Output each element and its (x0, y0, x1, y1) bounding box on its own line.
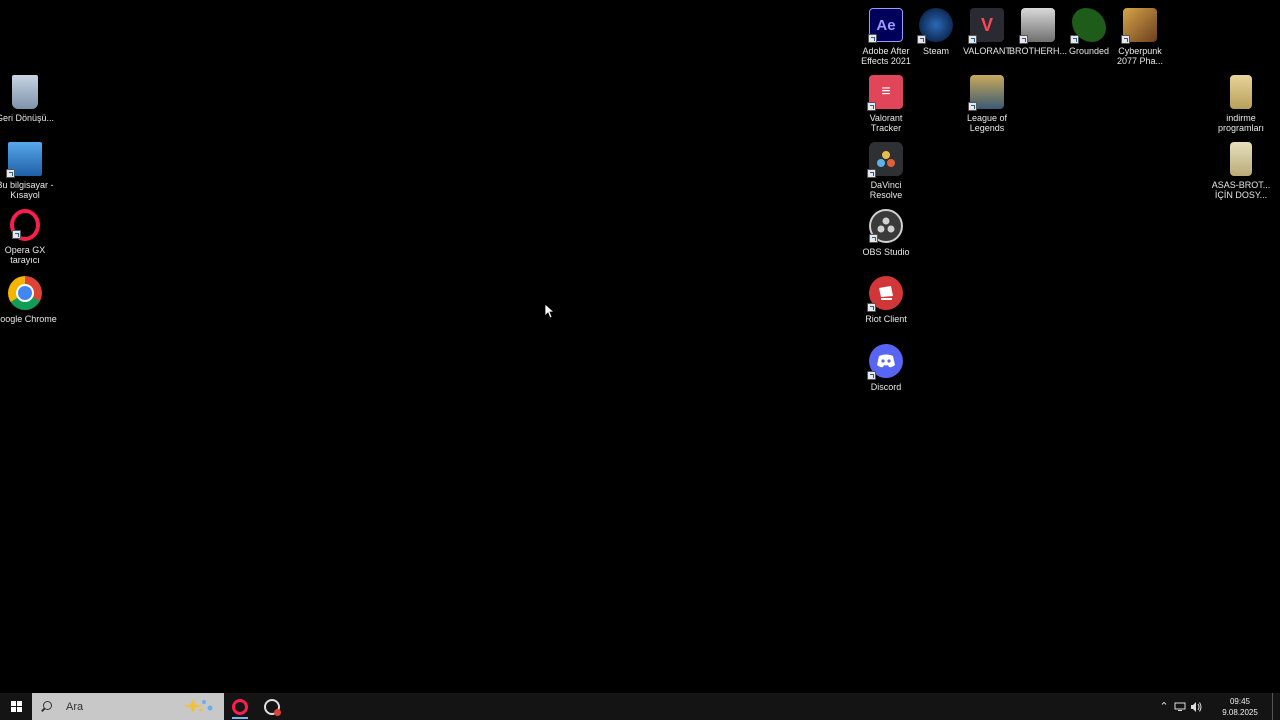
icon-label: DaVinci Resolve (869, 180, 903, 200)
icon-label: Geri Dönüşü... (0, 113, 55, 123)
search-highlight-icon (183, 699, 213, 713)
snipping-tool-icon (264, 698, 281, 716)
shortcut-arrow-icon (867, 169, 876, 178)
taskbar: Ara ⌃ 09:45 9.08.2025 (0, 693, 1280, 720)
this-pc-icon (6, 142, 42, 178)
desktop-icon-discord[interactable]: Discord (854, 340, 918, 404)
taskbar-app-snipping-tool[interactable] (256, 693, 288, 720)
start-button[interactable] (0, 693, 32, 720)
clock-date: 9.08.2025 (1222, 707, 1258, 717)
shortcut-arrow-icon (867, 303, 876, 312)
desktop-icon-cyberpunk[interactable]: Cyberpunk 2077 Pha... (1108, 4, 1172, 68)
shortcut-arrow-icon (867, 371, 876, 380)
desktop-icon-recycle-bin[interactable]: Geri Dönüşü... (0, 71, 57, 135)
chevron-up-icon[interactable]: ⌃ (1156, 693, 1172, 720)
volume-icon[interactable] (1188, 693, 1204, 720)
clock-time: 09:45 (1229, 696, 1251, 706)
folder-icon (1230, 142, 1252, 176)
icon-label: Opera GX tarayıcı (4, 245, 46, 265)
show-desktop-button[interactable] (1272, 693, 1276, 720)
icon-label: indirme programları (1217, 113, 1264, 133)
desktop-icon-valorant-tracker[interactable]: ≡ Valorant Tracker (854, 71, 918, 135)
desktop-icon-asas-folder[interactable]: ASAS-BROT... İÇİN DOSY... (1209, 138, 1273, 202)
desktop-icon-league-of-legends[interactable]: League of Legends (955, 71, 1019, 135)
davinci-resolve-icon (867, 142, 903, 178)
network-icon[interactable] (1172, 693, 1188, 720)
taskbar-clock[interactable]: 09:45 9.08.2025 (1212, 696, 1268, 718)
google-chrome-icon (8, 276, 42, 310)
icon-label: Riot Client (865, 314, 907, 324)
after-effects-icon: Ae (868, 8, 903, 43)
steam-icon (917, 8, 953, 44)
icon-label: ASAS-BROT... İÇİN DOSY... (1211, 180, 1271, 200)
taskbar-app-opera-gx[interactable] (224, 693, 256, 720)
windows-logo-icon (10, 701, 22, 712)
opera-gx-icon (232, 698, 248, 715)
recycle-bin-icon (12, 75, 38, 109)
shortcut-arrow-icon (12, 230, 21, 239)
shortcut-arrow-icon (1019, 35, 1028, 44)
desktop-icon-davinci-resolve[interactable]: DaVinci Resolve (854, 138, 918, 202)
shortcut-arrow-icon (1121, 35, 1130, 44)
shortcut-arrow-icon (1070, 35, 1079, 44)
icon-label: Valorant Tracker (869, 113, 903, 133)
icon-label: Bu bilgisayar - Kısayol (0, 180, 54, 200)
opera-gx-icon (10, 209, 40, 241)
icon-label: Google Chrome (0, 314, 57, 324)
desktop-icon-riot-client[interactable]: Riot Client (854, 272, 918, 336)
brotherhood-icon (1019, 8, 1055, 44)
taskbar-search-box[interactable]: Ara (32, 693, 224, 720)
shortcut-arrow-icon (968, 102, 977, 111)
shortcut-arrow-icon (869, 234, 878, 243)
valorant-tracker-icon: ≡ (867, 75, 903, 111)
shortcut-arrow-icon (968, 35, 977, 44)
riot-client-icon (867, 276, 903, 312)
system-tray: ⌃ 09:45 9.08.2025 (1156, 693, 1276, 720)
search-icon (40, 700, 52, 713)
cyberpunk-icon (1121, 8, 1157, 44)
discord-icon (867, 344, 903, 380)
icon-label: OBS Studio (862, 247, 910, 257)
desktop-icon-indirme-programlari[interactable]: indirme programları (1209, 71, 1273, 135)
shortcut-arrow-icon (6, 169, 15, 178)
desktop[interactable]: Ae Adobe After Effects 2021 Steam V VALO… (0, 0, 1280, 693)
shortcut-arrow-icon (867, 102, 876, 111)
desktop-icon-obs-studio[interactable]: OBS Studio (854, 205, 918, 269)
grounded-icon (1070, 8, 1106, 44)
search-placeholder: Ara (66, 700, 84, 713)
desktop-icon-opera-gx[interactable]: Opera GX tarayıcı (0, 205, 57, 269)
icon-label: Discord (870, 382, 902, 392)
valorant-icon: V (968, 8, 1004, 44)
desktop-icon-google-chrome[interactable]: Google Chrome (0, 272, 57, 336)
mouse-cursor-icon (545, 304, 555, 319)
league-of-legends-icon (968, 75, 1004, 111)
icon-label: Cyberpunk 2077 Pha... (1116, 46, 1164, 66)
folder-icon (1230, 75, 1252, 109)
desktop-icon-this-pc[interactable]: Bu bilgisayar - Kısayol (0, 138, 57, 202)
shortcut-arrow-icon (868, 34, 877, 43)
obs-studio-icon (869, 209, 903, 243)
shortcut-arrow-icon (917, 35, 926, 44)
icon-label: League of Legends (966, 113, 1008, 133)
